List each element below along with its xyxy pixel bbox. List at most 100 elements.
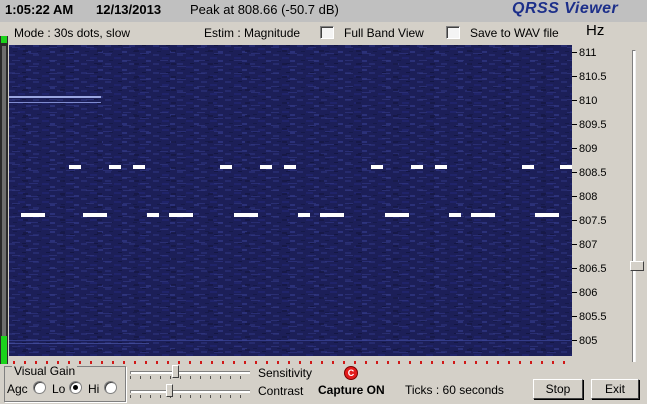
hi-radio[interactable]: [104, 381, 117, 394]
frequency-tick: [572, 244, 577, 245]
signal-dot: [147, 213, 159, 217]
capture-status-icon[interactable]: C: [344, 366, 358, 380]
sensitivity-label: Sensitivity: [258, 366, 313, 380]
frequency-tick: [572, 100, 577, 101]
frequency-label: 808: [579, 191, 598, 203]
frequency-axis: 811 810.5 810 809.5 809 808.5 808 807.5 …: [572, 45, 630, 356]
frequency-tick: [572, 196, 577, 197]
level-meter-top-indicator: [1, 36, 7, 43]
signal-dot: [284, 165, 296, 169]
stop-button[interactable]: Stop: [533, 379, 583, 399]
sensitivity-slider[interactable]: [130, 365, 250, 379]
faint-carrier-line: [9, 96, 101, 98]
signal-dot: [298, 213, 310, 217]
signal-dash: [234, 213, 258, 217]
frequency-label: 806: [579, 287, 598, 299]
frequency-label: 810.5: [579, 71, 607, 83]
faint-carrier-line: [9, 102, 101, 103]
save-to-wav-label[interactable]: Save to WAV file: [470, 26, 559, 40]
signal-dot: [371, 165, 383, 169]
faint-carrier-line: [9, 340, 572, 341]
sensitivity-slider-ticks: [130, 376, 250, 379]
clock-time: 1:05:22 AM: [5, 2, 74, 17]
agc-label: Agc: [7, 382, 28, 396]
signal-dash: [83, 213, 107, 217]
signal-dot: [220, 165, 232, 169]
frequency-tick: [572, 76, 577, 77]
estim-label: Estim : Magnitude: [204, 26, 301, 40]
frequency-label: 810: [579, 95, 598, 107]
frequency-label: 809: [579, 143, 598, 155]
frequency-label: 811: [579, 47, 597, 59]
hi-label: Hi: [88, 382, 100, 396]
exit-button[interactable]: Exit: [591, 379, 639, 399]
sensitivity-slider-track: [130, 371, 250, 374]
capture-status-label: Capture ON: [318, 383, 385, 397]
frequency-tick: [572, 220, 577, 221]
signal-dash: [535, 213, 559, 217]
signal-dash: [320, 213, 344, 217]
mode-label: Mode : 30s dots, slow: [14, 26, 131, 40]
spectrogram-noise: [9, 45, 572, 356]
qrss-viewer-window: 1:05:22 AM 12/13/2013 Peak at 808.66 (-5…: [0, 0, 647, 404]
agc-radio[interactable]: [33, 381, 46, 394]
frequency-tick: [572, 172, 577, 173]
signal-dot: [69, 165, 81, 169]
signal-dash: [169, 213, 193, 217]
sensitivity-slider-thumb[interactable]: [172, 365, 179, 378]
level-meter: [0, 36, 8, 366]
frequency-tick: [572, 148, 577, 149]
lo-label: Lo: [52, 382, 66, 396]
frequency-tick: [572, 316, 577, 317]
contrast-slider-track: [130, 390, 250, 393]
frequency-tick: [572, 52, 577, 53]
frequency-label: 805: [579, 335, 598, 347]
control-panel: Visual Gain Agc Lo Hi Sensitivity Contra…: [0, 364, 647, 404]
frequency-label: 807.5: [579, 215, 607, 227]
contrast-label: Contrast: [258, 384, 304, 398]
signal-dot: [109, 165, 121, 169]
signal-dot: [411, 165, 423, 169]
visual-gain-group: Visual Gain Agc Lo Hi: [4, 364, 126, 402]
spectrogram-canvas: [9, 45, 572, 356]
signal-dot: [522, 165, 534, 169]
visual-gain-title: Visual Gain: [12, 364, 78, 378]
signal-dot: [435, 165, 447, 169]
full-band-view-checkbox[interactable]: [320, 26, 334, 39]
frequency-tick: [572, 292, 577, 293]
frequency-tick: [572, 268, 577, 269]
signal-dash: [21, 213, 45, 217]
contrast-slider-thumb[interactable]: [166, 384, 173, 397]
faint-carrier-line: [9, 343, 149, 344]
clock-date: 12/13/2013: [96, 2, 162, 17]
signal-dash: [385, 213, 409, 217]
signal-dot: [560, 165, 572, 169]
mode-bar: Mode : 30s dots, slow Estim : Magnitude …: [0, 22, 647, 44]
frequency-scroll-track[interactable]: [632, 50, 636, 362]
ticks-interval-label: Ticks : 60 seconds: [405, 383, 504, 397]
frequency-tick: [572, 340, 577, 341]
frequency-scroll-thumb[interactable]: [630, 261, 644, 271]
signal-dot: [449, 213, 461, 217]
full-band-view-label[interactable]: Full Band View: [344, 26, 424, 40]
frequency-label: 806.5: [579, 263, 607, 275]
signal-dot: [260, 165, 272, 169]
peak-readout: Peak at 808.66 (-50.7 dB): [190, 2, 339, 17]
level-meter-bar: [2, 46, 6, 336]
signal-dot: [133, 165, 145, 169]
signal-dash: [471, 213, 495, 217]
save-to-wav-checkbox[interactable]: [446, 26, 460, 39]
status-bar: 1:05:22 AM 12/13/2013 Peak at 808.66 (-5…: [0, 0, 647, 22]
frequency-label: 808.5: [579, 167, 607, 179]
frequency-tick: [572, 124, 577, 125]
frequency-label: 807: [579, 239, 598, 251]
time-tick-bar: [9, 356, 572, 368]
contrast-slider[interactable]: [130, 384, 250, 398]
lo-radio[interactable]: [69, 381, 82, 394]
level-meter-level: [1, 336, 7, 366]
app-title: QRSS Viewer: [512, 0, 619, 17]
frequency-label: 805.5: [579, 311, 607, 323]
spectrogram-display[interactable]: [9, 45, 572, 356]
contrast-slider-ticks: [130, 395, 250, 398]
frequency-label: 809.5: [579, 119, 607, 131]
